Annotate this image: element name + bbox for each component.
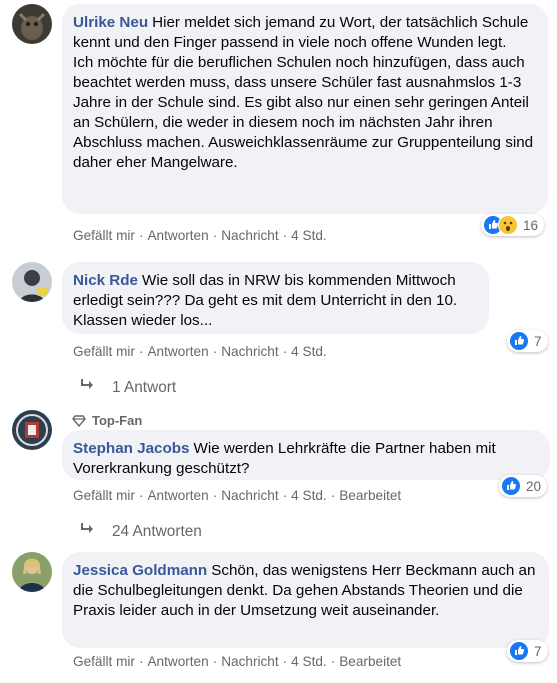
edited-label[interactable]: Bearbeitet (339, 488, 401, 503)
comment-actions: Gefällt mir · Antworten · Nachricht · 4 Std. (73, 228, 327, 243)
separator: · (282, 654, 288, 669)
reaction-count[interactable]: 16 (481, 214, 545, 236)
separator: · (330, 654, 336, 669)
separator: · (138, 654, 144, 669)
reaction-count[interactable]: 20 (499, 475, 548, 497)
timestamp[interactable]: 4 Std. (291, 228, 327, 243)
top-fan-badge: Top-Fan (72, 413, 142, 428)
message-link[interactable]: Nachricht (221, 488, 278, 503)
like-link[interactable]: Gefällt mir (73, 344, 135, 359)
separator: · (138, 488, 144, 503)
comment-actions: Gefällt mir · Antworten · Nachricht · 4 Std. · B… (73, 654, 401, 669)
avatar[interactable] (12, 410, 52, 450)
comment-text: Ulrike Neu Hier meldet sich jemand zu Wor… (73, 13, 536, 53)
reaction-total: 16 (523, 217, 539, 233)
comment-author[interactable]: Ulrike Neu (73, 14, 148, 31)
view-replies[interactable]: 1 Antwort (80, 378, 176, 397)
separator: · (212, 344, 218, 359)
comment-author[interactable]: Nick Rde (73, 272, 138, 289)
comment-text: Stephan Jacobs Wie werden Lehrkräfte die … (73, 439, 538, 479)
comment-bubble: Nick Rde Wie soll das in NRW bis kommende… (62, 262, 489, 334)
reply-link[interactable]: Antworten (147, 654, 208, 669)
message-link[interactable]: Nachricht (221, 654, 278, 669)
reaction-count[interactable]: 7 (507, 330, 548, 352)
message-link[interactable]: Nachricht (221, 344, 278, 359)
badge-label: Top-Fan (92, 413, 143, 428)
avatar[interactable] (12, 552, 52, 592)
like-link[interactable]: Gefällt mir (73, 488, 135, 503)
timestamp[interactable]: 4 Std. (291, 654, 327, 669)
reply-link[interactable]: Antworten (147, 228, 208, 243)
edited-label[interactable]: Bearbeitet (339, 654, 401, 669)
separator: · (212, 488, 218, 503)
like-link[interactable]: Gefällt mir (73, 228, 135, 243)
reaction-total: 7 (534, 643, 542, 659)
comment-text: Nick Rde Wie soll das in NRW bis kommende… (73, 271, 477, 331)
comment-bubble: Stephan Jacobs Wie werden Lehrkräfte die … (62, 430, 550, 480)
reply-arrow-icon (80, 522, 96, 541)
comment-text: Jessica Goldmann Schön, das wenigstens He… (73, 561, 537, 621)
avatar[interactable] (12, 4, 52, 44)
reply-arrow-icon (80, 378, 96, 397)
comment-body-continued: Ich möchte für die beruflichen Schulen n… (73, 54, 534, 171)
reaction-count[interactable]: 7 (507, 640, 548, 662)
message-link[interactable]: Nachricht (221, 228, 278, 243)
reaction-total: 20 (526, 478, 542, 494)
separator: · (138, 228, 144, 243)
timestamp[interactable]: 4 Std. (291, 344, 327, 359)
like-icon (509, 641, 529, 661)
separator: · (330, 488, 336, 503)
reply-link[interactable]: Antworten (147, 344, 208, 359)
reply-link[interactable]: Antworten (147, 488, 208, 503)
comment-author[interactable]: Stephan Jacobs (73, 440, 189, 457)
view-replies[interactable]: 24 Antworten (80, 522, 202, 541)
comment-actions: Gefällt mir · Antworten · Nachricht · 4 Std. · B… (73, 488, 401, 503)
comment-actions: Gefällt mir · Antworten · Nachricht · 4 Std. (73, 344, 327, 359)
comment-bubble: Ulrike Neu Hier meldet sich jemand zu Wor… (62, 4, 548, 214)
comment-bubble: Jessica Goldmann Schön, das wenigstens He… (62, 552, 549, 648)
separator: · (282, 488, 288, 503)
separator: · (282, 344, 288, 359)
like-icon (501, 476, 521, 496)
avatar[interactable] (12, 262, 52, 302)
timestamp[interactable]: 4 Std. (291, 488, 327, 503)
separator: · (138, 344, 144, 359)
like-link[interactable]: Gefällt mir (73, 654, 135, 669)
replies-label: 1 Antwort (112, 378, 177, 396)
reaction-total: 7 (534, 333, 542, 349)
separator: · (212, 228, 218, 243)
separator: · (282, 228, 288, 243)
replies-label: 24 Antworten (112, 522, 202, 540)
like-icon (509, 331, 529, 351)
diamond-icon (72, 414, 86, 427)
separator: · (212, 654, 218, 669)
comment-author[interactable]: Jessica Goldmann (73, 562, 207, 579)
wow-icon (498, 215, 518, 235)
